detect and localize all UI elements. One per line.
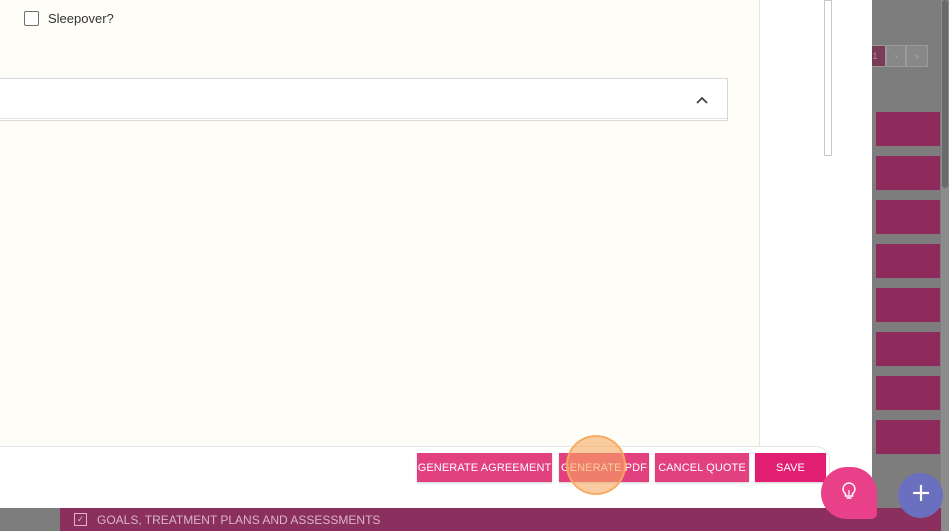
save-button[interactable]: SAVE — [755, 453, 826, 482]
bg-table-row — [876, 376, 940, 410]
bg-table-row — [876, 244, 940, 278]
pager-next-label: › — [894, 51, 898, 61]
bg-table-row — [876, 332, 940, 366]
bg-table-row — [876, 420, 940, 454]
sleepover-label: Sleepover? — [48, 10, 114, 26]
sleepover-checkbox[interactable] — [24, 10, 39, 26]
pager-next-button: › — [886, 45, 906, 67]
generate-agreement-button[interactable]: GENERATE AGREEMENT — [417, 453, 552, 482]
bg-table-row — [876, 200, 940, 234]
generate-pdf-button[interactable]: GENERATE PDF — [559, 453, 649, 482]
modal-scrollbar[interactable] — [824, 0, 832, 156]
plus-icon — [911, 483, 931, 508]
bg-table-row — [876, 112, 940, 146]
accordion-divider — [0, 118, 727, 119]
goals-section-label: GOALS, TREATMENT PLANS AND ASSESSMENTS — [97, 512, 381, 527]
pager-last-label: » — [914, 51, 920, 61]
quote-modal: Sleepover? GENERATE AGREEMENT GENERATE P… — [0, 0, 872, 508]
accordion-panel[interactable] — [0, 78, 728, 121]
pager-last-button: » — [906, 45, 928, 67]
add-button[interactable] — [898, 473, 943, 518]
lightbulb-icon — [840, 481, 858, 506]
chevron-up-icon[interactable] — [693, 91, 711, 109]
goals-section-header: ✓ GOALS, TREATMENT PLANS AND ASSESSMENTS — [60, 508, 941, 531]
check-icon: ✓ — [74, 513, 87, 526]
pager-page-label: 1 — [872, 51, 878, 61]
sleepover-checkbox-row[interactable]: Sleepover? — [24, 8, 114, 28]
modal-body: Sleepover? — [0, 0, 759, 446]
bg-table-row — [876, 288, 940, 322]
tips-button[interactable] — [821, 467, 877, 519]
page-scrollbar-thumb — [942, 0, 948, 188]
bg-table-row — [876, 156, 940, 190]
cancel-quote-button[interactable]: CANCEL QUOTE — [655, 453, 749, 482]
modal-divider — [759, 0, 760, 446]
